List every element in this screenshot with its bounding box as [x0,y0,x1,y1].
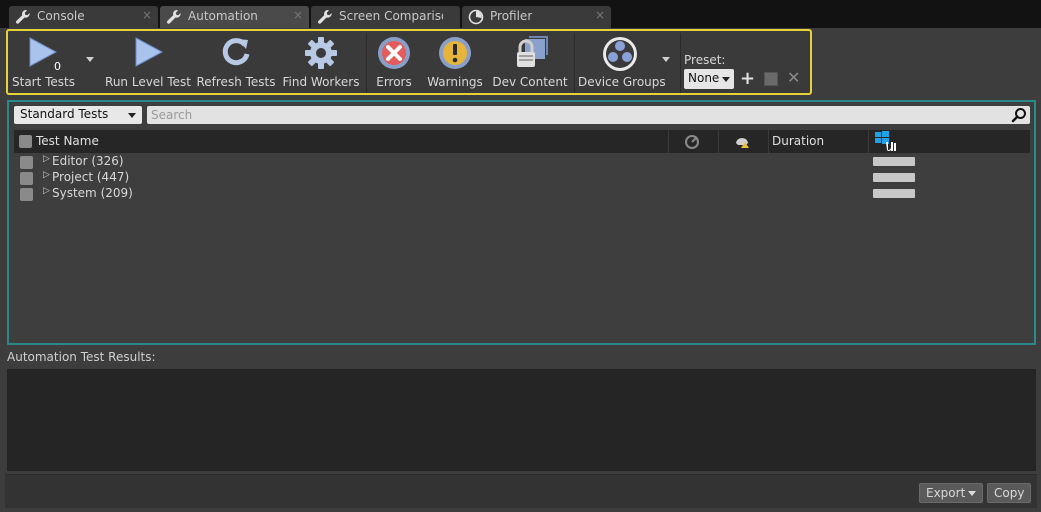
column-duration[interactable]: Duration [772,134,824,148]
column-divider[interactable] [718,130,719,153]
gear-icon [305,37,337,69]
table-header: Test Name Duration [14,130,1030,153]
device-groups-dropdown-icon[interactable] [662,57,670,62]
tab-console[interactable]: Console × [9,6,158,28]
row-checkbox[interactable] [20,188,33,201]
platform-status-bar [873,173,915,182]
preset-label: Preset: [684,53,726,67]
chevron-down-icon [128,113,136,118]
warnings-button[interactable]: Warnings [426,31,484,93]
results-label: Automation Test Results: [7,350,156,364]
errors-button[interactable]: Errors [370,31,418,93]
tab-screen-comparison[interactable]: Screen Comparison [311,6,460,28]
test-group-label: Editor (326) [52,154,124,168]
find-workers-button[interactable]: Find Workers [280,31,362,93]
close-icon[interactable]: × [293,8,303,22]
start-tests-dropdown-icon[interactable] [86,57,94,62]
tab-label: Screen Comparison [339,9,443,23]
tests-panel: Standard Tests Test Name Dura [7,100,1036,345]
results-footer: Export Copy [5,474,1037,508]
refresh-status-icon [685,135,699,149]
test-group-label: System (209) [52,186,133,200]
column-test-name[interactable]: Test Name [36,134,99,148]
profiler-icon [468,9,484,25]
toolbar: 0 Start Tests Run Level Test Refresh Tes… [6,29,812,95]
test-filter-value: Standard Tests [20,107,109,121]
refresh-tests-label: Refresh Tests [196,75,276,89]
wrench-icon [318,10,332,24]
chevron-down-icon [968,491,977,496]
find-workers-label: Find Workers [282,75,360,89]
start-tests-label: Start Tests [12,75,76,89]
search-box [147,106,1030,124]
lock-folder-icon [517,36,548,67]
toolbar-separator [680,33,681,93]
add-preset-button[interactable]: + [740,68,755,89]
device-groups-label: Device Groups [578,75,666,89]
select-all-checkbox[interactable] [19,135,32,148]
device-groups-button[interactable]: Device Groups [578,31,666,93]
platform-status-bar [873,157,915,166]
dev-content-label: Dev Content [492,75,568,89]
search-input[interactable] [151,107,991,123]
tab-label: Automation [188,9,258,23]
row-checkbox[interactable] [20,172,33,185]
dev-content-button[interactable]: Dev Content [492,31,568,93]
tab-label: Profiler [490,9,533,23]
platform-status-bar [873,189,915,198]
refresh-tests-button[interactable]: Refresh Tests [196,31,276,93]
test-group-row[interactable]: ▷ System (209) [14,186,1030,202]
warnings-label: Warnings [427,75,483,89]
errors-label: Errors [376,75,412,89]
tab-label: Console [37,9,85,23]
close-icon[interactable]: × [142,8,152,22]
tab-profiler[interactable]: Profiler × [462,6,611,28]
start-tests-count: 0 [54,60,61,73]
expand-arrow-icon[interactable]: ▷ [43,186,50,196]
tab-bar: Console × Automation × Screen Comparison… [0,0,1041,28]
error-icon [378,37,410,69]
toolbar-separator [366,33,367,93]
wrench-icon [16,10,30,24]
column-divider[interactable] [768,130,769,153]
automation-panel: 0 Start Tests Run Level Test Refresh Tes… [0,28,1041,512]
play-icon [135,37,164,67]
windows-platform-icon [875,131,896,151]
close-icon[interactable]: × [595,8,605,22]
preset-select[interactable]: None [684,69,734,89]
export-button[interactable]: Export [919,483,984,503]
results-log[interactable] [7,369,1036,471]
warning-icon [439,37,471,69]
run-level-test-label: Run Level Test [105,75,191,89]
expand-arrow-icon[interactable]: ▷ [43,154,50,164]
tab-automation[interactable]: Automation × [160,6,309,28]
column-divider[interactable] [868,130,869,153]
run-level-test-button[interactable]: Run Level Test [104,31,192,93]
test-group-label: Project (447) [52,170,130,184]
export-label: Export [926,486,966,500]
column-divider[interactable] [668,130,669,153]
row-checkbox[interactable] [20,156,33,169]
test-filter-select[interactable]: Standard Tests [14,106,142,124]
start-tests-button[interactable]: 0 Start Tests [8,31,80,93]
expand-arrow-icon[interactable]: ▷ [43,170,50,180]
test-group-row[interactable]: ▷ Editor (326) [14,154,1030,170]
preset-value: None [688,71,720,85]
chevron-down-icon [722,77,730,82]
test-group-row[interactable]: ▷ Project (447) [14,170,1030,186]
wrench-icon [167,10,181,24]
copy-button[interactable]: Copy [987,483,1032,503]
gamepad-warning-icon [736,138,749,148]
copy-label: Copy [994,486,1025,500]
search-icon[interactable] [1011,107,1027,123]
refresh-icon [222,38,250,66]
save-preset-icon[interactable] [764,72,778,86]
remove-preset-button[interactable]: ✕ [787,68,800,87]
device-groups-icon [603,37,637,71]
toolbar-separator [574,33,575,93]
